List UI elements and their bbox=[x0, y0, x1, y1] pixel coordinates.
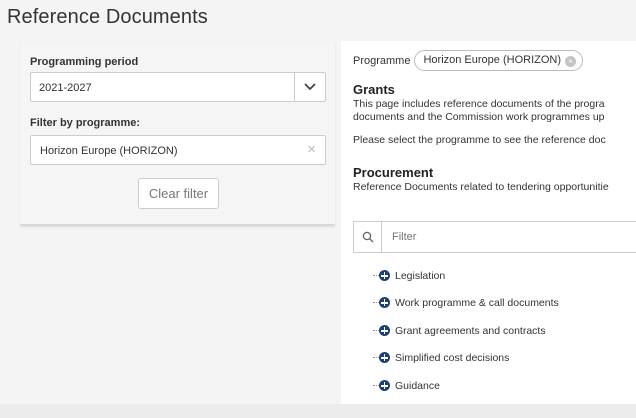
search-icon bbox=[362, 231, 374, 243]
plus-circle-icon[interactable] bbox=[379, 352, 390, 364]
programme-label: Programme bbox=[353, 54, 411, 67]
tree-item-label: Legislation bbox=[395, 269, 446, 282]
grants-text-line-2: documents and the Commission work progra… bbox=[353, 111, 605, 123]
clear-filter-button[interactable]: Clear filter bbox=[138, 178, 219, 209]
tree-item-label: Simplified cost decisions bbox=[395, 351, 510, 364]
chevron-down-icon[interactable] bbox=[303, 81, 317, 93]
plus-circle-icon[interactable] bbox=[379, 297, 390, 309]
plus-circle-icon[interactable] bbox=[379, 270, 390, 282]
grants-title: Grants bbox=[353, 82, 395, 97]
tree-item-grant-agreements[interactable]: Grant agreements and contracts bbox=[373, 322, 546, 338]
programming-period-value: 2021-2027 bbox=[39, 82, 92, 94]
page-title: Reference Documents bbox=[7, 6, 208, 28]
filter-panel: Programming period 2021-2027 Filter by p… bbox=[20, 43, 335, 226]
programme-filter-value: Horizon Europe (HORIZON) bbox=[40, 145, 178, 157]
plus-circle-icon[interactable] bbox=[379, 380, 390, 392]
tree-item-legislation[interactable]: Legislation bbox=[373, 267, 445, 283]
procurement-text: Reference Documents related to tendering… bbox=[353, 181, 609, 193]
programming-period-select[interactable]: 2021-2027 bbox=[30, 72, 326, 102]
tree-item-label: Grant agreements and contracts bbox=[395, 324, 546, 337]
tree-item-guidance[interactable]: Guidance bbox=[373, 377, 440, 393]
close-icon[interactable]: × bbox=[307, 142, 316, 158]
search-icon-wrap bbox=[354, 222, 382, 252]
programme-chip[interactable]: Horizon Europe (HORIZON) × bbox=[414, 50, 584, 71]
filter-by-programme-label: Filter by programme: bbox=[30, 117, 141, 129]
programme-row: Programme Horizon Europe (HORIZON) × bbox=[353, 50, 584, 71]
grants-text-line-3: Please select the programme to see the r… bbox=[353, 134, 606, 146]
tree-item-simplified-cost[interactable]: Simplified cost decisions bbox=[373, 349, 509, 365]
programme-chip-label: Horizon Europe (HORIZON) bbox=[423, 54, 562, 66]
close-circle-icon[interactable]: × bbox=[565, 56, 577, 67]
tree-item-label: Work programme & call documents bbox=[395, 296, 559, 309]
select-divider bbox=[294, 73, 295, 101]
programming-period-label: Programming period bbox=[30, 56, 139, 68]
grants-text-line-1: This page includes reference documents o… bbox=[353, 98, 605, 110]
programme-filter-input[interactable]: Horizon Europe (HORIZON) × bbox=[30, 135, 326, 165]
filter-placeholder: Filter bbox=[392, 231, 417, 243]
page-footer-strip bbox=[0, 404, 636, 418]
content-panel: Programme Horizon Europe (HORIZON) × Grant… bbox=[341, 41, 636, 404]
plus-circle-icon[interactable] bbox=[379, 325, 390, 337]
document-filter-input[interactable]: Filter bbox=[353, 221, 636, 253]
tree-item-work-programme[interactable]: Work programme & call documents bbox=[373, 294, 559, 310]
procurement-title: Procurement bbox=[353, 165, 434, 180]
tree-item-label: Guidance bbox=[395, 379, 440, 392]
